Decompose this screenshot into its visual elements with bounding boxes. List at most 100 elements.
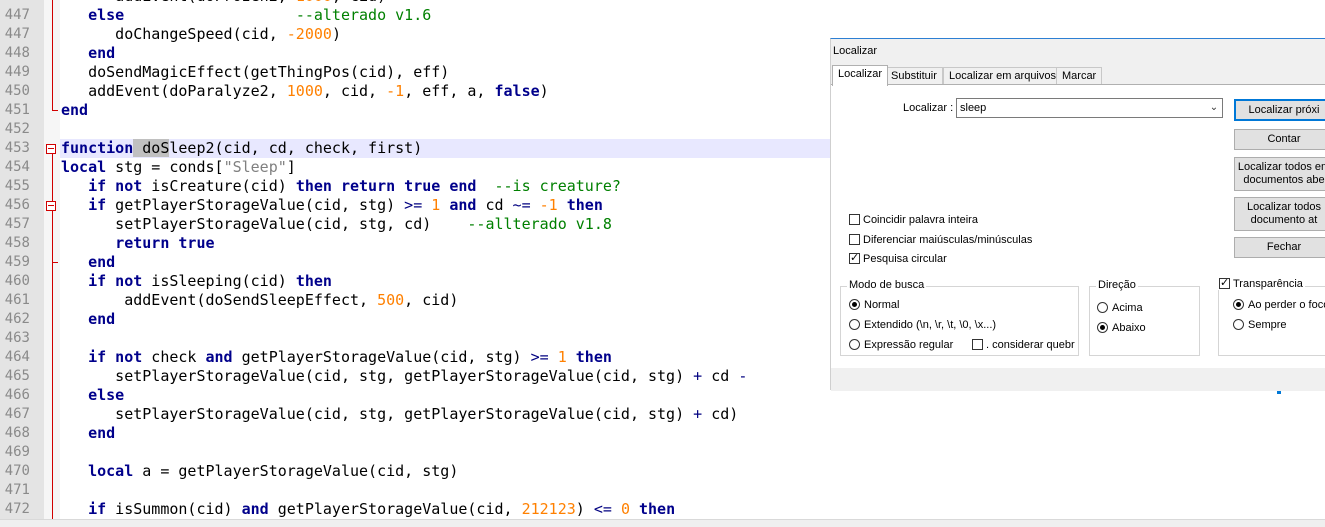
code-line[interactable]: 467 setPlayerStorageValue(cid, stg, getP… (0, 405, 830, 424)
direction-down-radio[interactable]: Abaixo (1097, 322, 1146, 334)
code-token: end (88, 44, 116, 62)
find-all-current-doc-button[interactable]: Localizar todos documento at (1234, 197, 1325, 231)
code-line[interactable]: 455 if not isCreature(cid) then return t… (0, 177, 830, 196)
code-line[interactable]: 470 local a = getPlayerStorageValue(cid,… (0, 462, 830, 481)
line-number: 460 (4, 273, 30, 289)
checkbox-box[interactable] (972, 339, 983, 350)
code-token: and (449, 196, 477, 214)
line-number: 455 (4, 178, 30, 194)
radio-dot[interactable] (1233, 319, 1244, 330)
code-line[interactable]: 465 setPlayerStorageValue(cid, stg, getP… (0, 367, 830, 386)
fold-toggle-icon[interactable] (46, 201, 56, 211)
code-line[interactable]: 450 addEvent(doParalyze2, 1000, cid, -1,… (0, 82, 830, 101)
fold-toggle-icon[interactable] (46, 144, 56, 154)
horizontal-scrollbar[interactable] (0, 519, 1325, 527)
radio-dot[interactable] (849, 339, 860, 350)
tab-find[interactable]: Localizar (832, 65, 889, 86)
radio-dot[interactable] (1097, 302, 1108, 313)
code-line[interactable]: 463 (0, 329, 830, 348)
find-next-button[interactable]: Localizar próxi (1234, 99, 1325, 121)
code-line[interactable]: 464 if not check and getPlayerStorageVal… (0, 348, 830, 367)
code-token: -1 (386, 82, 405, 100)
mode-extended-radio[interactable]: Extendido (\n, \r, \t, \0, \x...) (849, 319, 996, 331)
code-token: end (88, 424, 116, 442)
code-token: end (88, 310, 116, 328)
code-token: + (693, 405, 703, 423)
code-line[interactable]: 468 end (0, 424, 830, 443)
code-line[interactable]: 472 if isSummon(cid) and getPlayerStorag… (0, 500, 830, 519)
code-token: 0 (620, 500, 630, 518)
close-button[interactable]: Fechar (1234, 237, 1325, 258)
checkbox-box[interactable] (849, 251, 860, 264)
radio-dot[interactable] (1097, 322, 1108, 333)
code-text: addEvent(doSendSleepEffect, 500, cid) (61, 291, 458, 310)
transparency-checkbox[interactable]: Transparência (1217, 276, 1305, 290)
find-all-current-doc-label-1: Localizar todos (1247, 201, 1321, 213)
code-line[interactable]: 448 end (0, 44, 830, 63)
code-token: setPlayerStorageValue(cid, stg, getPlaye… (61, 405, 694, 423)
chevron-down-icon[interactable]: ⌄ (1206, 99, 1222, 117)
code-line[interactable]: 453 function doSleep2(cid, cd, check, fir… (0, 139, 830, 158)
direction-up-label: Acima (1112, 302, 1143, 314)
code-line[interactable]: 462 end (0, 310, 830, 329)
whole-word-checkbox[interactable]: Coincidir palavra inteira (849, 214, 978, 226)
code-line[interactable]: 451 end (0, 101, 830, 120)
transparency-on-lose-focus-radio[interactable]: Ao perder o foco (1233, 299, 1325, 311)
code-line[interactable]: 447 else --alterado v1.6 (0, 6, 830, 25)
code-text: doSendMagicEffect(getThingPos(cid), eff) (61, 63, 449, 82)
code-line[interactable]: 452 (0, 120, 830, 139)
radio-dot[interactable] (849, 319, 860, 330)
tab-mark[interactable]: Marcar (1056, 67, 1103, 85)
mode-extended-label: Extendido (\n, \r, \t, \0, \x...) (864, 319, 997, 331)
tab-replace[interactable]: Substituir (885, 67, 943, 85)
code-token: if (88, 500, 107, 518)
code-line[interactable]: 459 end (0, 253, 830, 272)
code-line[interactable]: 457 setPlayerStorageValue(cid, stg, cd) … (0, 215, 830, 234)
dot-newline-checkbox[interactable]: . considerar quebr (972, 339, 1075, 351)
code-line[interactable]: 460 if not isSleeping(cid) then (0, 272, 830, 291)
code-token: -1 (539, 196, 558, 214)
mode-regex-radio[interactable]: Expressão regular (849, 339, 953, 351)
line-number: 451 (4, 102, 30, 118)
code-token: return true (115, 234, 215, 252)
checkbox-box[interactable] (849, 214, 860, 225)
code-line[interactable]: 447 doChangeSpeed(cid, -2000) (0, 25, 830, 44)
code-line[interactable]: 456 if getPlayerStorageValue(cid, stg) >… (0, 196, 830, 215)
fold-end-marker (52, 253, 58, 263)
code-token: doS (133, 139, 170, 157)
code-line[interactable]: 471 (0, 481, 830, 500)
code-token: end (61, 101, 89, 119)
code-line[interactable]: 461 addEvent(doSendSleepEffect, 500, cid… (0, 291, 830, 310)
find-dialog[interactable]: Localizar Localizar Substituir Localizar… (830, 38, 1325, 394)
mode-normal-radio[interactable]: Normal (849, 299, 899, 311)
line-number: 468 (4, 425, 30, 441)
direction-up-radio[interactable]: Acima (1097, 302, 1143, 314)
checkbox-box[interactable] (1219, 276, 1230, 289)
code-line[interactable]: 469 (0, 443, 830, 462)
line-number: 454 (4, 159, 30, 175)
count-button[interactable]: Contar (1234, 129, 1325, 150)
code-line[interactable]: 466 else (0, 386, 830, 405)
wrap-around-checkbox[interactable]: Pesquisa circular (849, 251, 947, 265)
code-lines[interactable]: 446 addEvent(doFrozen2, 1000, cid)447 el… (0, 0, 830, 519)
transparency-always-radio[interactable]: Sempre (1233, 319, 1287, 331)
find-all-open-docs-button[interactable]: Localizar todos em documentos abe (1234, 157, 1325, 191)
code-line[interactable]: 449 doSendMagicEffect(getThingPos(cid), … (0, 63, 830, 82)
match-case-checkbox[interactable]: Diferenciar maiúsculas/minúsculas (849, 234, 1032, 246)
wrap-around-label: Pesquisa circular (863, 253, 947, 265)
line-number: 461 (4, 292, 30, 308)
code-line[interactable]: 454 local stg = conds["Sleep"] (0, 158, 830, 177)
radio-dot[interactable] (849, 299, 860, 310)
code-line[interactable]: 458 return true (0, 234, 830, 253)
checkbox-box[interactable] (849, 234, 860, 245)
find-input[interactable]: sleep (956, 98, 1223, 118)
code-token: if (88, 196, 107, 214)
radio-dot[interactable] (1233, 299, 1244, 310)
tab-find-in-files[interactable]: Localizar em arquivos (943, 67, 1062, 85)
line-number: 453 (4, 140, 30, 156)
